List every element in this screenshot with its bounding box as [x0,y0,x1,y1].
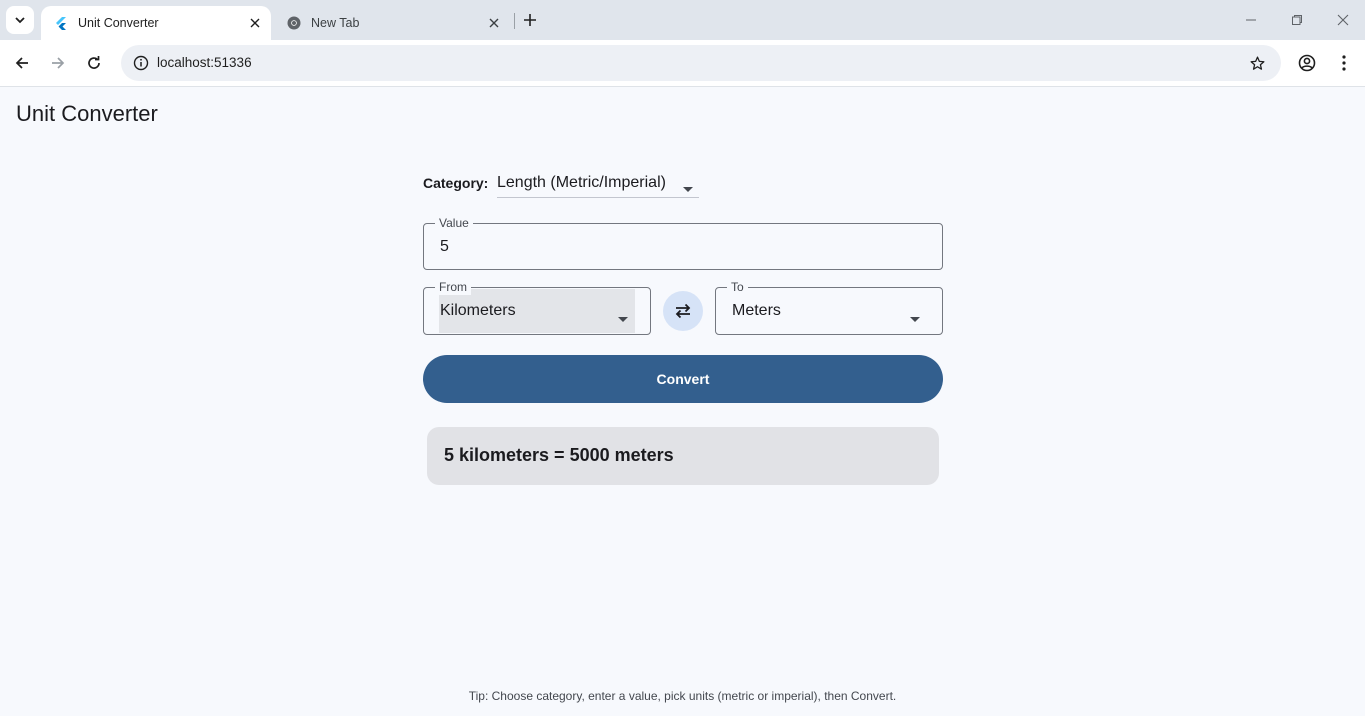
close-icon[interactable] [484,13,504,33]
minimize-button[interactable] [1236,8,1266,32]
info-icon[interactable] [129,51,153,75]
flutter-icon [53,15,69,31]
from-unit-dropdown[interactable]: From Kilometers [423,279,651,335]
from-label: From [435,279,471,295]
new-tab-button[interactable] [518,8,542,32]
tab-title: New Tab [311,16,360,30]
swap-units-button[interactable] [663,291,703,331]
browser-toolbar: localhost:51336 [0,40,1365,87]
chrome-icon [286,15,302,31]
swap-icon [675,303,691,319]
tab-title: Unit Converter [78,16,159,30]
result-card: 5 kilometers = 5000 meters [427,427,939,485]
convert-button[interactable]: Convert [423,355,943,403]
browser-tab-bar: Unit Converter New Tab [0,0,1365,40]
menu-button[interactable] [1330,49,1358,77]
category-dropdown[interactable]: Length (Metric/Imperial) [497,170,699,198]
value-text: 5 [440,238,449,255]
window-close-button[interactable] [1328,8,1358,32]
arrow-left-icon [15,57,28,69]
arrow-right-icon [52,57,65,69]
tab-search-button[interactable] [6,6,34,34]
url-text: localhost:51336 [157,55,252,70]
dropdown-arrow-icon [683,179,693,197]
reload-icon [88,56,100,69]
tab-unit-converter[interactable]: Unit Converter [41,6,271,40]
chevron-down-icon [15,17,25,24]
category-value: Length (Metric/Imperial) [497,174,666,191]
close-icon[interactable] [245,13,265,33]
forward-button[interactable] [44,49,72,77]
reload-button[interactable] [80,49,108,77]
to-label: To [727,279,748,295]
tab-divider [514,13,515,29]
page-title: Unit Converter [16,101,158,126]
plus-icon [524,14,536,26]
value-input[interactable]: Value 5 [423,215,943,270]
address-bar[interactable]: localhost:51336 [121,45,1281,81]
profile-button[interactable] [1293,49,1321,77]
bookmark-star-icon[interactable] [1245,51,1269,75]
restore-button[interactable] [1282,8,1312,32]
restore-icon [1292,15,1302,25]
from-value: Kilometers [440,302,516,319]
back-button[interactable] [8,49,36,77]
account-icon [1298,54,1316,72]
minimize-icon [1246,19,1256,21]
result-text: 5 kilometers = 5000 meters [444,445,674,465]
to-value: Meters [732,302,781,319]
tip-text: Tip: Choose category, enter a value, pic… [468,689,897,703]
more-vertical-icon [1342,55,1346,71]
dropdown-arrow-icon [618,309,628,327]
close-icon [1337,14,1349,26]
category-label: Category: [423,175,489,191]
to-unit-dropdown[interactable]: To Meters [715,279,943,335]
dropdown-arrow-icon [910,309,920,327]
tab-new-tab[interactable]: New Tab [278,6,510,40]
value-label: Value [435,215,473,231]
